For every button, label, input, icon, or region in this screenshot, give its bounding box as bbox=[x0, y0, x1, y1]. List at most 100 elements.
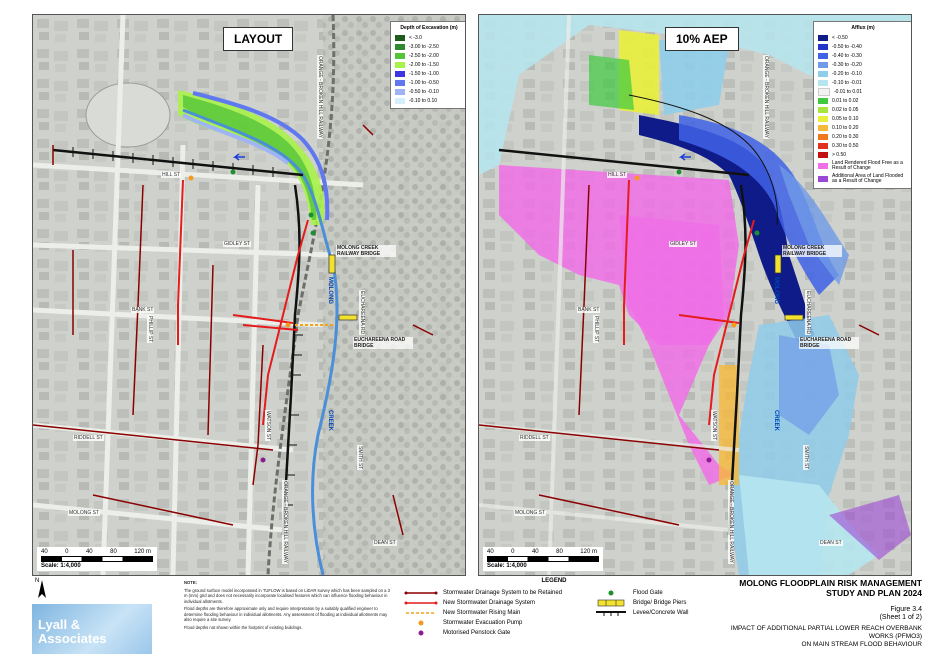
street-label-smith: SMITH ST bbox=[803, 445, 809, 471]
figure-title-block: MOLONG FLOODPLAIN RISK MANAGEMENT STUDY … bbox=[722, 578, 922, 649]
street-label-riddell: RIDDELL ST bbox=[519, 435, 550, 441]
logo-line-2: Associates bbox=[38, 631, 107, 646]
excavation-legend-row: -0.50 to -0.10 bbox=[395, 87, 463, 96]
afflux-legend-row: Land Rendered Flood Free as a Result of … bbox=[818, 159, 908, 172]
street-label-gidley: GIDLEY ST bbox=[669, 241, 698, 247]
legend-item-rising-main: New Stormwater Rising Main bbox=[404, 608, 562, 618]
street-label-phillip: PHILLIP ST bbox=[147, 315, 153, 344]
legend-label: 0.05 to 0.10 bbox=[832, 115, 859, 122]
legend-swatch bbox=[818, 79, 828, 86]
legend-label: -0.30 to -0.20 bbox=[832, 61, 862, 68]
legend-item-evacuation-pump: Stormwater Evacuation Pump bbox=[404, 618, 562, 628]
study-title-line-2: STUDY AND PLAN 2024 bbox=[826, 588, 922, 598]
excavation-legend-row: -1.50 to -1.00 bbox=[395, 69, 463, 78]
yellow-bar-symbol bbox=[597, 599, 625, 607]
railway-bridge-label: MOLONG CREEK RAILWAY BRIDGE bbox=[782, 245, 842, 257]
north-label: N bbox=[35, 578, 40, 584]
railway-label-south: ORANGE - BROKEN HILL RAILWAY bbox=[282, 480, 288, 564]
afflux-legend-row: -0.30 to -0.20 bbox=[818, 60, 908, 69]
creek-label-north: MOLONG bbox=[773, 277, 779, 304]
company-logo: Lyall & Associates bbox=[32, 604, 152, 654]
scale-tick: 40 bbox=[531, 549, 539, 555]
excavation-legend-row: -0.10 to 0.10 bbox=[395, 96, 463, 105]
legend-item-label: Stormwater Drainage System to be Retaine… bbox=[443, 590, 563, 596]
legend-column-left: Stormwater Drainage System to be Retaine… bbox=[404, 588, 562, 638]
legend-swatch bbox=[818, 142, 828, 149]
legend-label: -2.50 to -2.00 bbox=[409, 52, 439, 59]
afflux-legend-row: 0.20 to 0.30 bbox=[818, 132, 908, 141]
map-footer: N Lyall & Associates NOTE: The ground su… bbox=[32, 578, 922, 658]
afflux-legend-row: -0.10 to -0.01 bbox=[818, 78, 908, 87]
creek-label-north: MOLONG bbox=[327, 277, 333, 304]
purple-dot-symbol bbox=[418, 630, 424, 636]
excavation-legend-row: -3.00 to -2.50 bbox=[395, 42, 463, 51]
street-label-smith: SMITH ST bbox=[357, 445, 363, 471]
scale-tick: 80 bbox=[556, 549, 563, 555]
legend-label: Additional Area of Land Flooded as a Res… bbox=[832, 172, 904, 184]
orange-dash-symbol bbox=[406, 612, 436, 614]
legend-label: -0.50 to -0.10 bbox=[409, 88, 439, 95]
street-label-watson: WATSON ST bbox=[265, 410, 271, 442]
legend-item-label: Flood Gate bbox=[633, 590, 663, 596]
street-label-dean: DEAN ST bbox=[373, 540, 397, 546]
legend-swatch bbox=[818, 70, 828, 77]
street-label-watson: WATSON ST bbox=[711, 410, 717, 442]
legend-label: 0.10 to 0.20 bbox=[832, 124, 859, 131]
street-label-molong: MOLONG ST bbox=[68, 510, 101, 516]
railway-bridge-label: MOLONG CREEK RAILWAY BRIDGE bbox=[336, 245, 396, 257]
afflux-legend-row: > 0.50 bbox=[818, 150, 908, 159]
legend-item-label: Stormwater Evacuation Pump bbox=[443, 620, 523, 626]
street-label-bank: BANK ST bbox=[131, 307, 155, 313]
legend-label: -0.10 to -0.01 bbox=[832, 79, 862, 86]
street-label-hill: HILL ST bbox=[607, 172, 628, 178]
scale-text: Scale: 1:4,000 bbox=[487, 563, 527, 569]
afflux-legend-row: 0.30 to 0.50 bbox=[818, 141, 908, 150]
scale-text: Scale: 1:4,000 bbox=[41, 563, 81, 569]
scale-tick: 0 bbox=[65, 549, 69, 555]
layout-map-panel: LAYOUT Depth of Excavation (m) < -3.0 -3… bbox=[32, 14, 466, 576]
legend-label: -1.00 to -0.50 bbox=[409, 79, 439, 86]
legend-swatch bbox=[818, 52, 828, 59]
afflux-legend-row: 0.01 to 0.02 bbox=[818, 96, 908, 105]
figure-number: Figure 3.4 bbox=[890, 606, 922, 613]
street-label-bank: BANK ST bbox=[577, 307, 601, 313]
legend-swatch bbox=[818, 175, 828, 182]
red-line-symbol bbox=[404, 601, 438, 605]
legend-swatch bbox=[395, 97, 405, 104]
legend-swatch bbox=[395, 70, 405, 77]
legend-swatch bbox=[395, 79, 405, 86]
excavation-legend-row: < -3.0 bbox=[395, 33, 463, 42]
legend-item-label: Levee/Concrete Wall bbox=[633, 610, 689, 616]
legend-swatch bbox=[818, 115, 828, 122]
study-title-line-1: MOLONG FLOODPLAIN RISK MANAGEMENT bbox=[739, 578, 922, 588]
legend-label: Land Rendered Flood Free as a Result of … bbox=[832, 159, 903, 171]
street-label-riddell: RIDDELL ST bbox=[73, 435, 104, 441]
afflux-legend-row: -0.40 to -0.30 bbox=[818, 51, 908, 60]
scale-bar-right: 40 0 40 80 120 m Scale: 1:4,000 bbox=[483, 547, 603, 571]
scale-tick: 0 bbox=[511, 549, 515, 555]
legend-label: < -3.0 bbox=[409, 34, 422, 41]
legend-label: < -0.50 bbox=[832, 34, 848, 41]
afflux-legend-row: -0.01 to 0.01 bbox=[818, 87, 908, 96]
figure-description-line-1: IMPACT OF ADDITIONAL PARTIAL LOWER REACH… bbox=[730, 625, 922, 640]
street-label-molong: MOLONG ST bbox=[514, 510, 547, 516]
excavation-legend-row: -1.00 to -0.50 bbox=[395, 78, 463, 87]
layout-map-title: LAYOUT bbox=[223, 27, 294, 51]
scale-tick: 40 bbox=[85, 549, 93, 555]
orange-dot-symbol bbox=[418, 620, 424, 626]
street-label-gidley: GIDLEY ST bbox=[223, 241, 252, 247]
scale-tick: 40 bbox=[41, 549, 48, 555]
logo-line-1: Lyall & bbox=[38, 617, 81, 632]
scale-tick: 80 bbox=[110, 549, 117, 555]
scale-graphic bbox=[487, 556, 599, 562]
afflux-legend-row: -0.20 to -0.10 bbox=[818, 69, 908, 78]
legend-swatch bbox=[818, 34, 828, 41]
legend-label: -0.40 to -0.30 bbox=[832, 52, 862, 59]
railway-label-north: ORANGE - BROKEN HILL RAILWAY bbox=[763, 55, 769, 139]
afflux-legend-row: 0.02 to 0.05 bbox=[818, 105, 908, 114]
afflux-legend-row: 0.05 to 0.10 bbox=[818, 114, 908, 123]
legend-swatch bbox=[818, 133, 828, 140]
black-line-symbol bbox=[596, 611, 626, 616]
road-bridge-label: EUCHAREENA ROAD BRIDGE bbox=[353, 337, 413, 349]
legend-item-penstock-gate: Motorised Penstock Gate bbox=[404, 628, 562, 638]
